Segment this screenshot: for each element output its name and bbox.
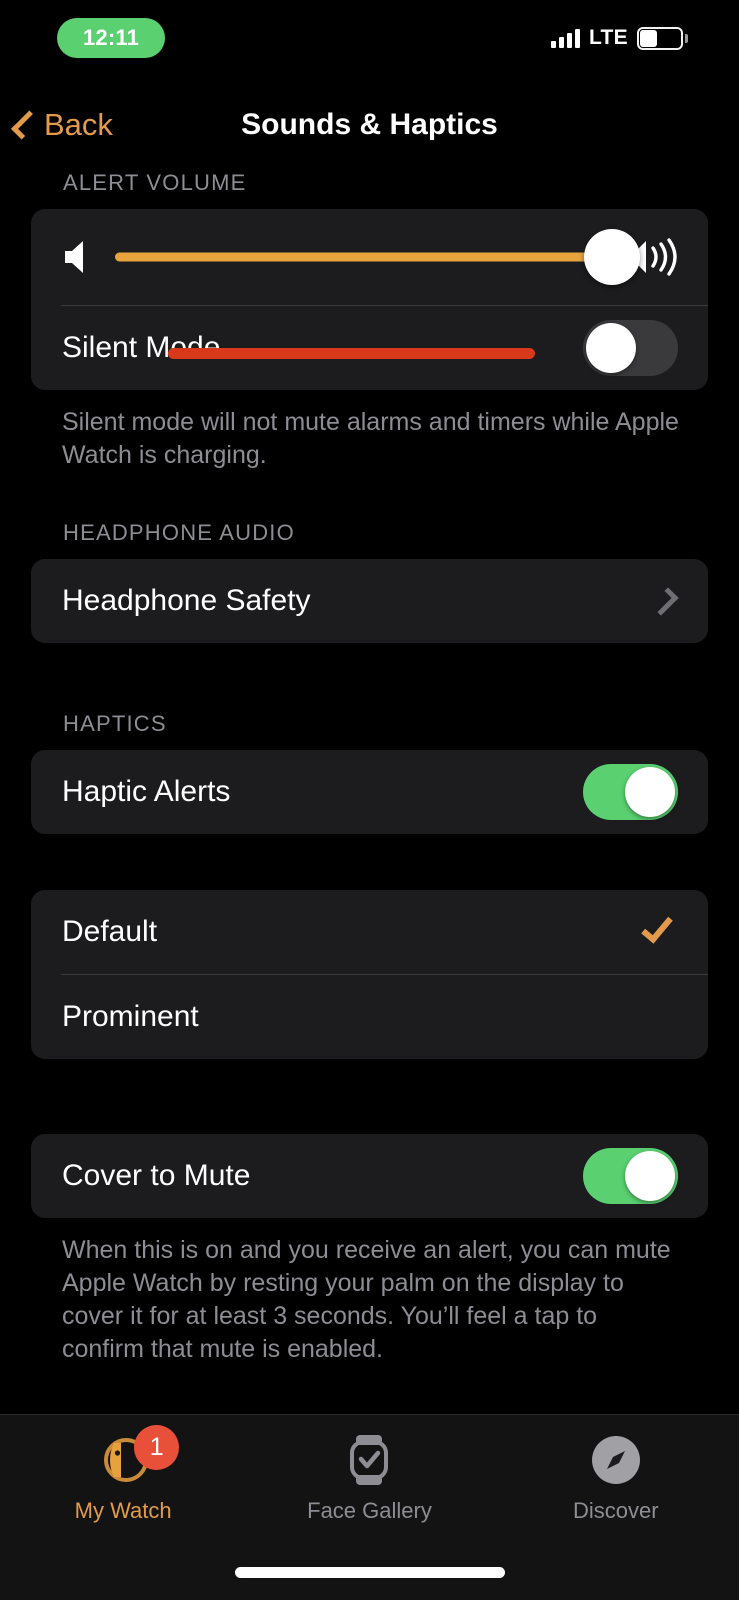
status-time-pill: 12:11: [57, 18, 165, 58]
section-header-haptics: HAPTICS: [63, 711, 167, 736]
silent-mode-toggle[interactable]: [583, 320, 678, 376]
headphone-audio-card: Headphone Safety: [31, 559, 708, 643]
row-option-default[interactable]: Default: [31, 890, 708, 974]
alert-volume-slider-row[interactable]: [31, 209, 708, 305]
row-option-prominent[interactable]: Prominent: [31, 975, 708, 1059]
cover-to-mute-card: Cover to Mute: [31, 1134, 708, 1218]
tab-face-gallery-label: Face Gallery: [307, 1498, 432, 1523]
my-watch-badge: 1: [134, 1425, 180, 1470]
row-haptic-alerts[interactable]: Haptic Alerts: [31, 750, 708, 834]
speaker-low-icon: [61, 238, 101, 276]
alert-volume-knob[interactable]: [584, 229, 640, 285]
status-time: 12:11: [82, 25, 140, 50]
battery-icon: [637, 26, 688, 50]
alert-volume-card: Silent Mode: [31, 209, 708, 390]
row-cover-to-mute[interactable]: Cover to Mute: [31, 1134, 708, 1218]
tab-discover[interactable]: Discover: [493, 1429, 739, 1535]
alert-volume-footnote: Silent mode will not mute alarms and tim…: [62, 408, 679, 469]
compass-icon: [589, 1429, 643, 1491]
tab-my-watch-label: My Watch: [74, 1498, 172, 1523]
tab-discover-label: Discover: [573, 1498, 659, 1523]
checkmark-icon: [641, 910, 673, 944]
option-default-label: Default: [62, 915, 158, 948]
carrier-tech-label: LTE: [588, 26, 628, 49]
option-prominent-label: Prominent: [62, 1000, 199, 1033]
cover-to-mute-label: Cover to Mute: [62, 1159, 251, 1192]
row-headphone-safety[interactable]: Headphone Safety: [31, 559, 708, 643]
home-indicator: [234, 1567, 505, 1578]
haptic-alerts-toggle[interactable]: [583, 764, 678, 820]
tab-my-watch[interactable]: 1 My Watch: [0, 1425, 246, 1535]
settings-screen: 12:11 LTE Back Sounds & Haptics ALERT VO…: [0, 0, 739, 1600]
haptic-style-card: Default Prominent: [31, 890, 708, 1059]
alert-volume-track[interactable]: [115, 209, 640, 305]
tab-bar: 1 My Watch Face Gallery Discover: [0, 1414, 739, 1600]
cover-to-mute-toggle[interactable]: [583, 1148, 678, 1204]
section-header-headphone-audio: HEADPHONE AUDIO: [63, 520, 295, 545]
cover-to-mute-footnote: When this is on and you receive an alert…: [62, 1236, 671, 1363]
tab-face-gallery[interactable]: Face Gallery: [246, 1429, 492, 1535]
watch-face-check-icon: [342, 1429, 396, 1491]
status-bar: 12:11 LTE: [0, 0, 739, 72]
watch-icon: 1: [93, 1425, 180, 1491]
annotation-highlight-bar: [168, 348, 535, 359]
status-indicators: LTE: [550, 22, 688, 54]
haptic-alerts-label: Haptic Alerts: [62, 775, 231, 808]
page-title: Sounds & Haptics: [241, 108, 498, 141]
navigation-bar: Back Sounds & Haptics: [0, 90, 739, 160]
section-header-alert-volume: ALERT VOLUME: [63, 170, 247, 195]
headphone-safety-label: Headphone Safety: [62, 584, 311, 617]
haptic-alerts-card: Haptic Alerts: [31, 750, 708, 834]
cellular-signal-icon: [550, 28, 580, 48]
